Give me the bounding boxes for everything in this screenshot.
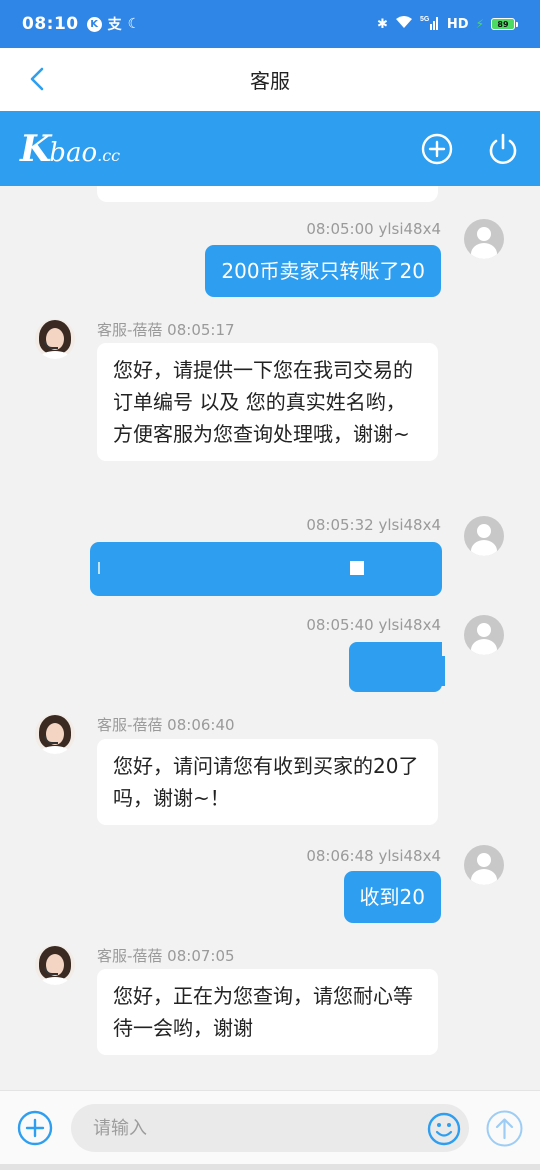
power-icon[interactable] — [486, 132, 520, 166]
back-button[interactable] — [20, 62, 54, 96]
message-bubble-out: 200币卖家只转账了20 — [205, 245, 441, 297]
agent-avatar — [35, 319, 75, 359]
message-bubble-out-redacted — [349, 642, 442, 692]
redaction-mark — [98, 562, 100, 574]
chevron-left-icon — [30, 67, 44, 91]
brand-actions — [420, 132, 520, 166]
send-arrow-icon[interactable] — [485, 1109, 524, 1148]
battery-icon: 89 — [491, 18, 518, 30]
status-left-icons: K 支 ☾ — [86, 14, 141, 34]
message-meta: 08:05:40 ylsi48x4 — [306, 616, 441, 634]
status-right-icons: ✱ 5G HD ⚡ 89 — [377, 14, 518, 34]
wifi-icon — [395, 15, 413, 33]
logo-cc: .cc — [97, 145, 121, 165]
signal-icon: 5G — [420, 14, 440, 34]
emoji-icon[interactable] — [426, 1111, 462, 1147]
hd-label: HD — [446, 16, 469, 32]
message-meta: 客服-蓓蓓 08:06:40 — [97, 716, 235, 734]
logo-bao: bao — [49, 137, 98, 168]
message-bubble-in: 您好，请问请您有收到买家的20了吗，谢谢~！ — [97, 739, 438, 825]
message-meta: 08:05:32 ylsi48x4 — [306, 516, 441, 534]
bluetooth-icon: ✱ — [376, 16, 388, 32]
message-meta: 08:06:48 ylsi48x4 — [306, 847, 441, 865]
message-bubble-in: 您好，请提供一下您在我司交易的订单编号 以及 您的真实姓名哟，方便客服为您查询处… — [97, 343, 438, 461]
message-meta: 客服-蓓蓓 08:07:05 — [97, 947, 235, 965]
charging-icon: ⚡ — [475, 17, 484, 31]
user-avatar — [464, 219, 504, 259]
status-time: 08:10 — [22, 14, 79, 34]
agent-avatar — [35, 945, 75, 985]
message-input[interactable] — [71, 1104, 469, 1152]
status-bar: 08:10 K 支 ☾ ✱ 5G HD ⚡ 89 — [0, 0, 540, 48]
chat-area[interactable]: 08:05:00 ylsi48x4 200币卖家只转账了20 客服-蓓蓓 08:… — [0, 186, 540, 1090]
message-bubble-out: 收到20 — [343, 871, 441, 923]
plus-circle-icon[interactable] — [420, 132, 454, 166]
brand-bar: K bao .cc — [0, 111, 540, 186]
plus-circle-icon[interactable] — [16, 1109, 54, 1147]
kbao-logo: K bao .cc — [20, 128, 120, 170]
redaction-mark — [440, 656, 445, 686]
input-bar — [0, 1090, 540, 1170]
bottom-divider — [0, 1164, 540, 1170]
battery-level: 89 — [491, 18, 515, 30]
message-meta: 08:05:00 ylsi48x4 — [306, 220, 441, 238]
message-bubble-out-redacted — [90, 542, 442, 596]
user-avatar — [464, 516, 504, 556]
message-meta: 客服-蓓蓓 08:05:17 — [97, 321, 235, 339]
previous-message-bubble — [97, 186, 438, 202]
k-badge-icon: K — [86, 16, 102, 32]
logo-k: K — [20, 127, 51, 170]
page-title: 客服 — [250, 69, 290, 93]
agent-avatar — [35, 714, 75, 754]
user-avatar — [464, 615, 504, 655]
message-bubble-in: 您好，正在为您查询，请您耐心等待一会哟，谢谢 — [97, 969, 438, 1055]
title-bar: 客服 — [0, 48, 540, 111]
moon-icon: ☾ — [127, 16, 141, 32]
pay-icon: 支 — [107, 17, 122, 33]
user-avatar — [464, 845, 504, 885]
redaction-mark — [350, 561, 364, 575]
network-label: 5G — [420, 16, 430, 23]
